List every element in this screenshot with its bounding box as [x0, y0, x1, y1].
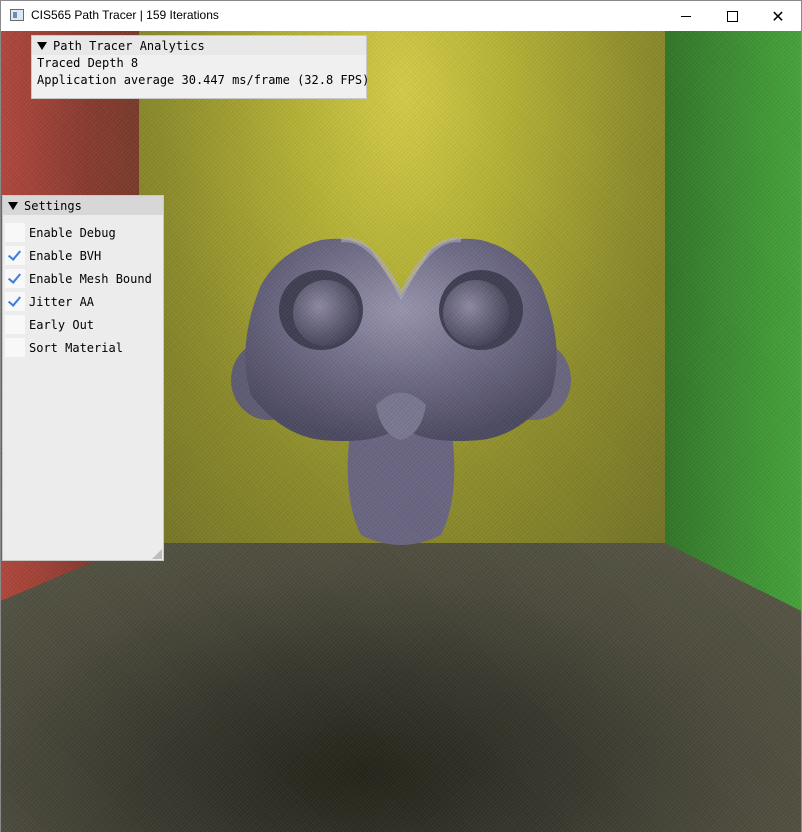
analytics-panel-title: Path Tracer Analytics — [53, 38, 205, 53]
checkbox-jitter-aa[interactable]: Jitter AA — [3, 290, 163, 313]
app-window: CIS565 Path Tracer | 159 Iterations ✕ Pa… — [0, 0, 802, 832]
checkbox-box[interactable] — [5, 246, 25, 265]
settings-panel[interactable]: Settings Enable Debug Enable BVH Enable … — [2, 195, 164, 561]
checkbox-label: Sort Material — [29, 340, 123, 355]
checkbox-label: Enable Debug — [29, 225, 116, 240]
checkbox-box[interactable] — [5, 269, 25, 288]
checkbox-enable-mesh-bound[interactable]: Enable Mesh Bound — [3, 267, 163, 290]
maximize-icon — [726, 10, 738, 22]
title-bar[interactable]: CIS565 Path Tracer | 159 Iterations ✕ — [1, 1, 801, 31]
settings-checkbox-list: Enable Debug Enable BVH Enable Mesh Boun… — [3, 215, 163, 359]
settings-panel-header[interactable]: Settings — [3, 196, 163, 215]
settings-panel-title: Settings — [24, 198, 82, 213]
minimize-button[interactable] — [663, 1, 709, 31]
app-icon — [10, 9, 24, 21]
checkbox-enable-debug[interactable]: Enable Debug — [3, 221, 163, 244]
checkbox-box[interactable] — [5, 292, 25, 311]
collapse-triangle-icon[interactable] — [37, 41, 47, 50]
minimize-icon — [681, 15, 691, 17]
checkbox-label: Enable BVH — [29, 248, 102, 263]
checkbox-box[interactable] — [5, 338, 25, 357]
frame-time-text: Application average 30.447 ms/frame (32.… — [37, 73, 370, 87]
window-title: CIS565 Path Tracer | 159 Iterations — [31, 8, 219, 22]
checkbox-early-out[interactable]: Early Out — [3, 313, 163, 336]
resize-grip-icon[interactable] — [152, 549, 162, 559]
traced-depth-text: Traced Depth 8 — [37, 56, 139, 70]
checkbox-enable-bvh[interactable]: Enable BVH — [3, 244, 163, 267]
analytics-panel[interactable]: Path Tracer Analytics Traced Depth 8 App… — [31, 35, 370, 99]
close-button[interactable]: ✕ — [755, 1, 801, 31]
checkbox-box[interactable] — [5, 223, 25, 242]
collapse-triangle-icon[interactable] — [8, 201, 18, 210]
checkbox-label: Jitter AA — [29, 294, 95, 309]
close-icon: ✕ — [771, 6, 785, 26]
analytics-panel-header[interactable]: Path Tracer Analytics — [32, 36, 366, 55]
checkbox-label: Enable Mesh Bound — [29, 271, 152, 286]
checkbox-box[interactable] — [5, 315, 25, 334]
maximize-button[interactable] — [709, 1, 755, 31]
checkbox-label: Early Out — [29, 317, 95, 332]
checkbox-sort-material[interactable]: Sort Material — [3, 336, 163, 359]
